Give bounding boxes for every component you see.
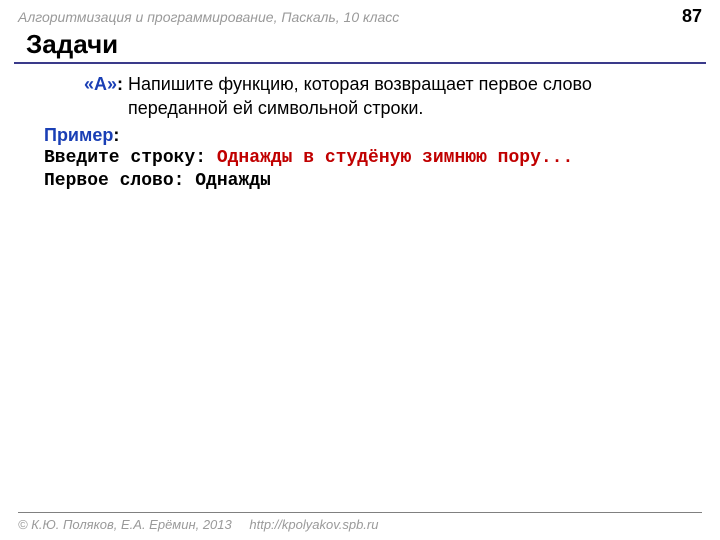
example-prompt-1: Введите строку:	[44, 148, 217, 168]
content-area: «A»: Напишите функцию, которая возвращае…	[0, 72, 720, 194]
footer-divider	[18, 512, 702, 513]
page-title: Задачи	[0, 29, 720, 62]
example-line-1: Введите строку: Однажды в студёную зимню…	[40, 147, 694, 170]
task-a-text: Напишите функцию, которая возвращает пер…	[123, 74, 592, 118]
example-label: Пример:	[40, 123, 694, 147]
task-a-label: «A»	[84, 74, 117, 94]
footer-copyright: © К.Ю. Поляков, Е.А. Ерёмин, 2013	[18, 517, 232, 532]
footer-url: http://kpolyakov.spb.ru	[249, 517, 378, 532]
task-a-block: «A»: Напишите функцию, которая возвращае…	[40, 72, 694, 121]
example-input-1: Однажды в студёную зимнюю пору...	[217, 148, 573, 168]
title-divider	[14, 62, 706, 64]
breadcrumb: Алгоритмизация и программирование, Паска…	[18, 9, 399, 25]
example-colon: :	[113, 125, 119, 145]
footer: © К.Ю. Поляков, Е.А. Ерёмин, 2013 http:/…	[0, 506, 720, 540]
example-label-text: Пример	[44, 125, 113, 145]
example-line-2: Первое слово: Однажды	[40, 170, 694, 193]
page-number: 87	[682, 6, 702, 27]
